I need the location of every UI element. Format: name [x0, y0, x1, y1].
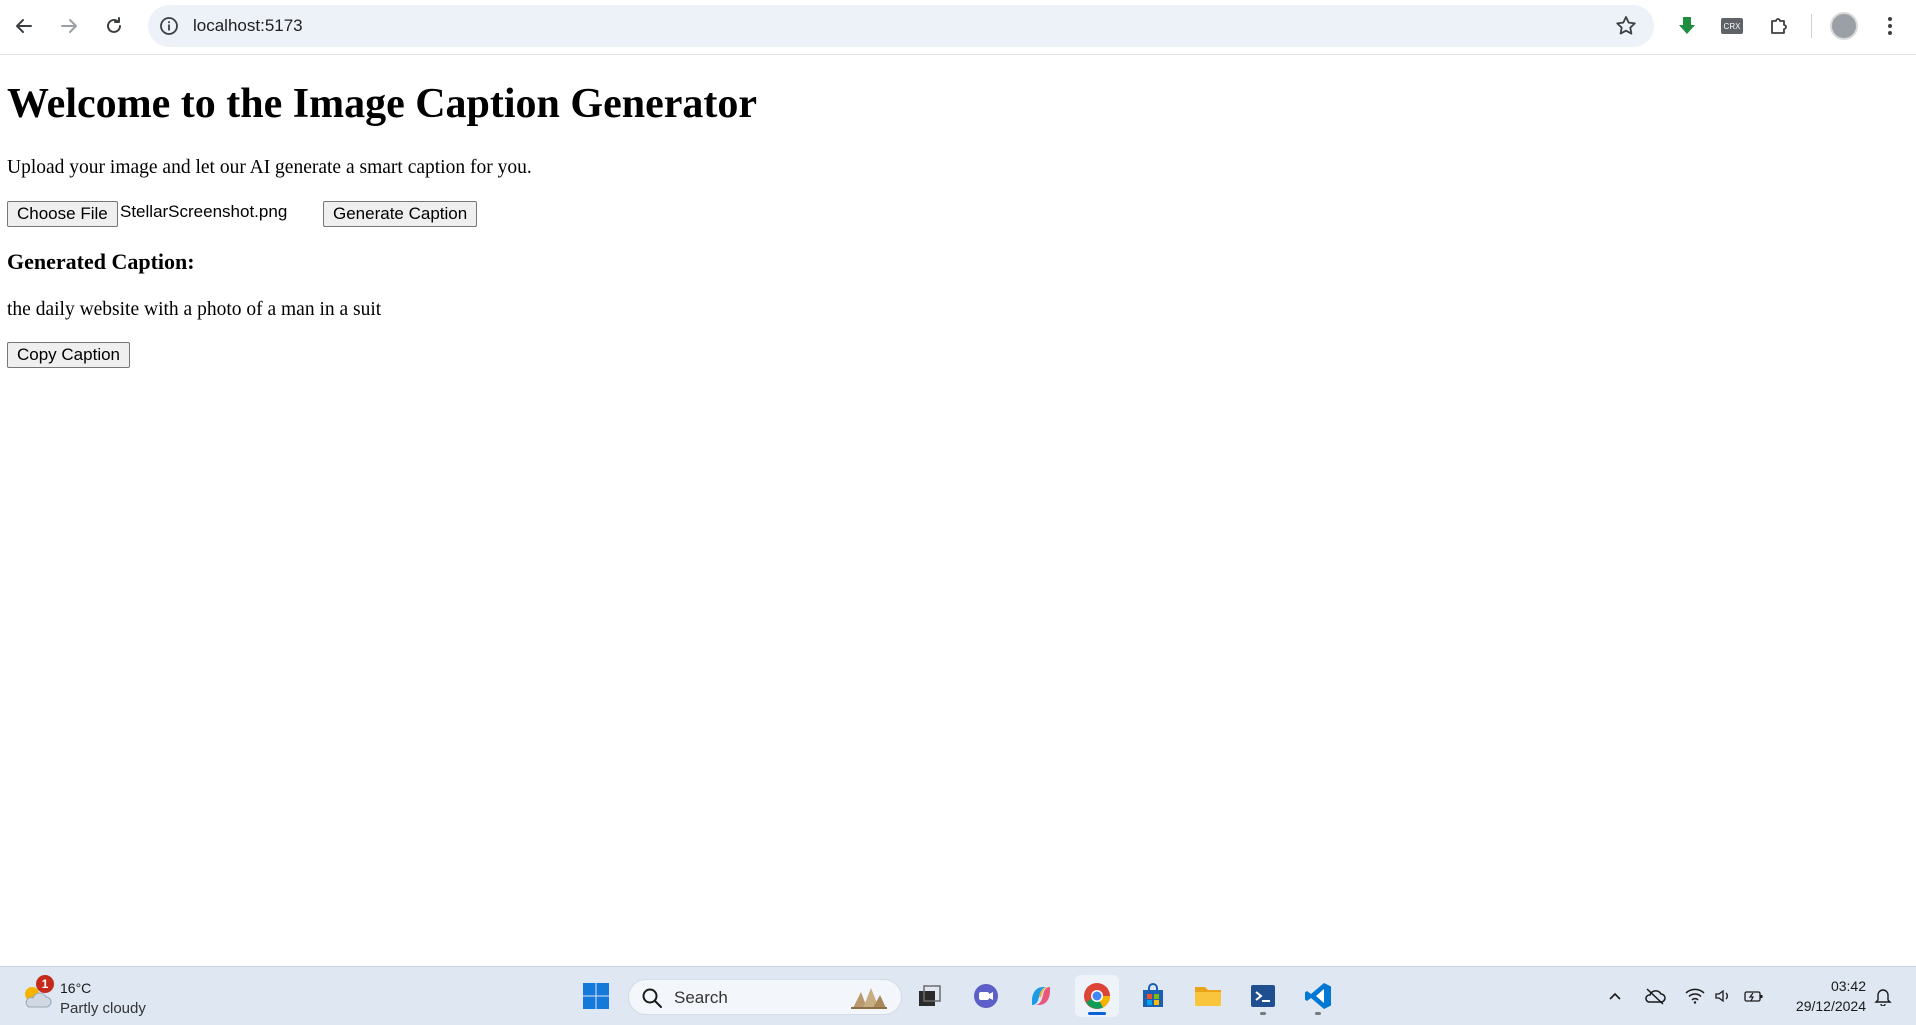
- chat-camera-icon: [974, 984, 998, 1008]
- taskbar-search[interactable]: Search: [628, 979, 902, 1015]
- intro-text: Upload your image and let our AI generat…: [7, 157, 532, 178]
- toolbar-divider: [1811, 14, 1812, 38]
- weather-temperature: 16°C: [60, 980, 92, 996]
- notifications-button[interactable]: [1871, 984, 1895, 1008]
- browser-toolbar: localhost:5173 CRX: [0, 0, 1916, 55]
- system-clock[interactable]: 03:42 29/12/2024: [1776, 976, 1866, 1016]
- start-button[interactable]: [574, 975, 618, 1017]
- reload-icon: [107, 17, 121, 33]
- page-content: Welcome to the Image Caption Generator U…: [0, 56, 1916, 966]
- file-explorer-button[interactable]: [1186, 975, 1230, 1017]
- download-extension-button[interactable]: [1673, 12, 1701, 40]
- volume-button[interactable]: [1711, 984, 1735, 1008]
- windows-logo-icon: [583, 983, 609, 1009]
- extensions-button[interactable]: [1765, 12, 1793, 40]
- onedrive-button[interactable]: [1643, 984, 1667, 1008]
- copilot-button[interactable]: [1019, 975, 1063, 1017]
- kebab-menu-icon: [1888, 17, 1892, 35]
- site-info-icon[interactable]: [158, 15, 180, 37]
- task-view-button[interactable]: [908, 975, 952, 1017]
- chevron-up-icon: [1609, 992, 1621, 1000]
- vscode-button[interactable]: [1296, 975, 1340, 1017]
- selected-file-name: StellarScreenshot.png: [120, 202, 288, 221]
- forward-arrow-icon: [61, 19, 77, 33]
- forward-button[interactable]: [53, 8, 85, 44]
- speaker-icon: [1715, 989, 1728, 1003]
- taskbar: 1 16°C Partly cloudy Search 03:42 29/12/…: [0, 966, 1916, 1025]
- caption-heading: Generated Caption:: [7, 249, 195, 274]
- bookmark-star-icon[interactable]: [1614, 14, 1638, 38]
- bell-icon: [1874, 989, 1892, 1006]
- download-arrow-icon: [1679, 17, 1695, 34]
- chrome-icon: [1084, 983, 1110, 1009]
- copilot-icon: [1032, 987, 1050, 1005]
- terminal-icon: [1251, 985, 1275, 1007]
- battery-charging-icon: [1744, 991, 1763, 1002]
- avatar: [1830, 12, 1858, 40]
- terminal-button[interactable]: [1241, 975, 1285, 1017]
- teams-chat-button[interactable]: [964, 975, 1008, 1017]
- profile-button[interactable]: [1830, 12, 1858, 40]
- running-app-indicator: [1315, 1012, 1321, 1015]
- notification-badge: 1: [36, 975, 54, 993]
- cloud-offline-icon: [1645, 988, 1666, 1005]
- chrome-taskbar-button[interactable]: [1075, 975, 1119, 1017]
- store-button[interactable]: [1131, 975, 1175, 1017]
- page-title: Welcome to the Image Caption Generator: [7, 81, 757, 127]
- battery-button[interactable]: [1742, 984, 1766, 1008]
- vscode-icon: [1305, 983, 1331, 1009]
- store-bag-icon: [1143, 983, 1163, 1007]
- folder-icon: [1195, 987, 1221, 1006]
- copy-caption-button[interactable]: Copy Caption: [7, 342, 131, 368]
- address-bar[interactable]: localhost:5173: [148, 5, 1654, 47]
- browser-menu-button[interactable]: [1876, 12, 1904, 40]
- weather-widget[interactable]: 1 16°C Partly cloudy: [18, 975, 168, 1019]
- url-text[interactable]: localhost:5173: [193, 16, 303, 36]
- reload-button[interactable]: [98, 8, 130, 44]
- running-app-indicator: [1260, 1012, 1266, 1015]
- crx-icon: CRX: [1721, 18, 1743, 34]
- back-button[interactable]: [8, 8, 40, 44]
- weather-condition: Partly cloudy: [60, 1000, 146, 1017]
- clock-time: 03:42: [1830, 978, 1866, 994]
- puzzle-piece-icon: [1771, 18, 1787, 34]
- generate-caption-button[interactable]: Generate Caption: [323, 201, 478, 227]
- crx-extension-button[interactable]: CRX: [1718, 12, 1746, 40]
- show-hidden-icons-button[interactable]: [1603, 984, 1627, 1008]
- choose-file-button[interactable]: Choose File: [7, 201, 118, 227]
- back-arrow-icon: [16, 19, 32, 33]
- clock-date: 29/12/2024: [1795, 998, 1866, 1014]
- task-view-icon: [919, 985, 941, 1006]
- wifi-icon: [1685, 988, 1705, 1004]
- search-label: Search: [674, 988, 728, 1007]
- search-highlight-icon: [851, 988, 887, 1009]
- wifi-button[interactable]: [1683, 984, 1707, 1008]
- active-app-indicator: [1088, 1012, 1106, 1015]
- search-icon: [642, 988, 662, 1008]
- generated-caption-text: the daily website with a photo of a man …: [7, 299, 382, 320]
